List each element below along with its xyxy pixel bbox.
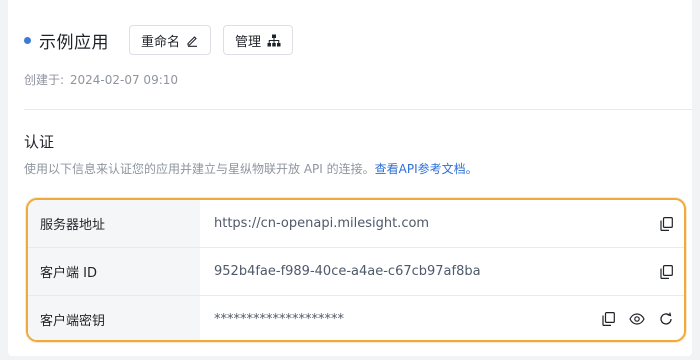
- manage-button[interactable]: 管理: [223, 25, 294, 55]
- client-secret-value: ********************: [214, 311, 344, 327]
- sitemap-icon: [267, 34, 281, 46]
- app-detail-card: 示例应用 重命名 管理 创建于: 2024-02-07 09:10 认证 使用以…: [8, 0, 692, 356]
- table-row: 客户端 ID 952b4fae-f989-40ce-a4ae-c67cb97af…: [28, 248, 684, 296]
- divider: [24, 109, 692, 110]
- server-address-label: 服务器地址: [28, 200, 200, 247]
- rename-button[interactable]: 重命名: [129, 25, 212, 55]
- auth-description-text: 使用以下信息来认证您的应用并建立与星纵物联开放 API 的连接。: [24, 162, 375, 176]
- app-header: 示例应用 重命名 管理: [24, 24, 305, 56]
- client-id-label: 客户端 ID: [28, 248, 200, 295]
- copy-icon[interactable]: [600, 311, 616, 327]
- refresh-icon[interactable]: [658, 311, 674, 327]
- client-id-value: 952b4fae-f989-40ce-a4ae-c67cb97af8ba: [214, 264, 481, 279]
- created-label: 创建于:: [24, 73, 65, 87]
- pencil-icon: [187, 35, 198, 47]
- eye-icon[interactable]: [629, 311, 645, 327]
- client-secret-label: 客户端密钥: [28, 296, 200, 340]
- api-doc-link[interactable]: 查看API参考文档。: [375, 162, 478, 176]
- server-address-value: https://cn-openapi.milesight.com: [214, 216, 430, 231]
- credentials-table: 服务器地址 https://cn-openapi.milesight.com 客…: [26, 198, 686, 342]
- status-dot: [24, 36, 31, 44]
- auth-description: 使用以下信息来认证您的应用并建立与星纵物联开放 API 的连接。查看API参考文…: [24, 160, 478, 177]
- table-row: 服务器地址 https://cn-openapi.milesight.com: [28, 200, 684, 248]
- copy-icon[interactable]: [658, 216, 674, 232]
- app-name: 示例应用: [39, 32, 109, 53]
- created-info: 创建于: 2024-02-07 09:10: [24, 71, 178, 88]
- rename-label: 重命名: [141, 34, 181, 50]
- manage-label: 管理: [235, 34, 262, 50]
- created-value: 2024-02-07 09:10: [69, 73, 179, 87]
- copy-icon[interactable]: [658, 264, 674, 280]
- auth-title: 认证: [24, 133, 55, 151]
- table-row: 客户端密钥 ********************: [28, 296, 684, 340]
